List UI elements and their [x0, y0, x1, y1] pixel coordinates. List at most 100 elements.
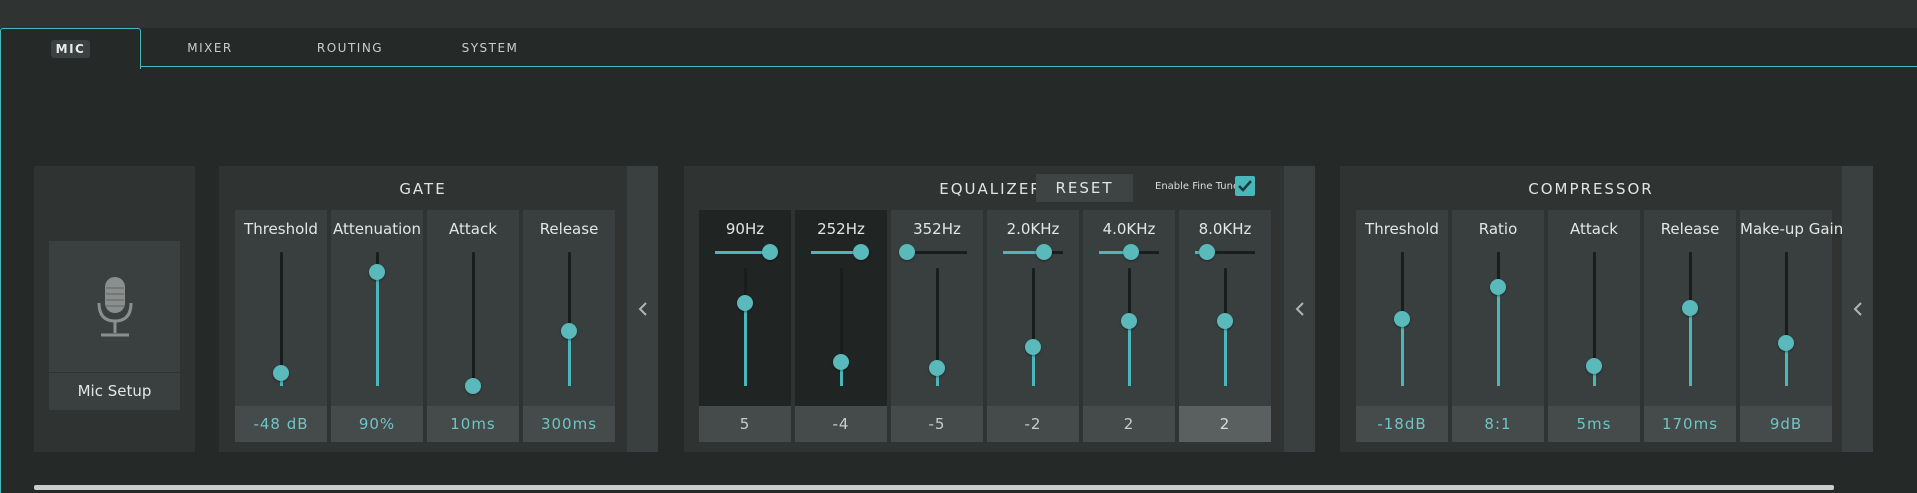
- eq-band-gain-slider-knob[interactable]: [737, 295, 753, 312]
- eq-band-value[interactable]: 2: [1179, 406, 1271, 442]
- eq-band-freq-knob[interactable]: [762, 244, 779, 260]
- comp-slider-knob[interactable]: [1586, 357, 1602, 374]
- gate-strip: Attack 10ms: [427, 210, 519, 442]
- eq-band-gain-slider-knob[interactable]: [929, 360, 945, 377]
- eq-band-gain-slider-knob[interactable]: [833, 354, 849, 371]
- gate-panel: GATE Threshold -48 dB Attenuation 90% Attack…: [219, 166, 627, 452]
- eq-band-label: 352Hz: [913, 220, 961, 238]
- gate-slider-knob[interactable]: [273, 364, 289, 381]
- mic-setup-button[interactable]: [49, 241, 180, 372]
- eq-band-freq-knob[interactable]: [1199, 244, 1215, 260]
- fine-tune-checkbox[interactable]: [1235, 176, 1255, 196]
- microphone-icon: [97, 276, 132, 336]
- tab-system[interactable]: SYSTEM: [440, 28, 540, 66]
- tab-underline: [140, 66, 1917, 67]
- eq-band-freq-knob[interactable]: [1035, 244, 1052, 260]
- comp-value: 9dB: [1740, 406, 1832, 442]
- gate-slider-knob[interactable]: [369, 264, 385, 281]
- gate-title: GATE: [399, 180, 447, 198]
- eq-band-label: 252Hz: [817, 220, 865, 238]
- eq-band-strip: 4.0KHz 2: [1083, 210, 1175, 442]
- comp-label: Threshold: [1365, 220, 1439, 238]
- gate-slider-knob[interactable]: [465, 378, 481, 394]
- eq-band-gain-slider-fill: [1128, 321, 1131, 386]
- equalizer-panel: EQUALIZER RESET Enable Fine Tune 90Hz 5 25…: [684, 166, 1284, 452]
- eq-band-label: 4.0KHz: [1102, 220, 1156, 238]
- comp-value: 170ms: [1644, 406, 1736, 442]
- comp-strip: Release 170ms: [1644, 210, 1736, 442]
- eq-band-strip: 2.0KHz -2: [987, 210, 1079, 442]
- gate-value: 90%: [331, 406, 423, 442]
- comp-slider-fill: [1497, 286, 1500, 386]
- gate-slider-fill: [568, 331, 571, 386]
- eq-band-gain-slider-fill: [1224, 321, 1227, 386]
- comp-slider-fill: [1689, 308, 1692, 386]
- gate-label: Attenuation: [333, 220, 421, 238]
- eq-band-gain-slider-knob[interactable]: [1025, 339, 1041, 356]
- eq-band-strip: 352Hz -5: [891, 210, 983, 442]
- horizontal-scrollbar[interactable]: [34, 485, 1834, 490]
- tab-routing[interactable]: ROUTING: [300, 28, 400, 66]
- compressor-title: COMPRESSOR: [1528, 180, 1654, 198]
- gate-slider-knob[interactable]: [561, 323, 577, 340]
- mic-setup-label[interactable]: Mic Setup: [49, 373, 180, 410]
- eq-band-freq-track[interactable]: [907, 251, 967, 254]
- gate-slider-fill: [376, 272, 379, 386]
- comp-strip: Ratio 8:1: [1452, 210, 1544, 442]
- compressor-collapse-button[interactable]: [1842, 166, 1873, 452]
- eq-band-gain-slider-knob[interactable]: [1217, 313, 1233, 330]
- equalizer-title: EQUALIZER: [939, 180, 1043, 198]
- gate-strip: Threshold -48 dB: [235, 210, 327, 442]
- comp-slider-knob[interactable]: [1394, 311, 1410, 327]
- eq-band-strip: 90Hz 5: [699, 210, 791, 442]
- comp-label: Release: [1660, 220, 1720, 238]
- chevron-left-icon: [1295, 302, 1304, 316]
- gate-label: Attack: [449, 220, 497, 238]
- eq-band-freq-knob[interactable]: [1122, 244, 1139, 260]
- gate-value: -48 dB: [235, 406, 327, 442]
- comp-label: Ratio: [1478, 220, 1518, 238]
- comp-slider-knob[interactable]: [1490, 278, 1506, 295]
- eq-band-label: 2.0KHz: [1006, 220, 1060, 238]
- eq-band-gain-slider-fill: [744, 303, 747, 386]
- comp-slider-knob[interactable]: [1778, 335, 1794, 352]
- gate-label: Release: [539, 220, 599, 238]
- eq-band-strip: 252Hz -4: [795, 210, 887, 442]
- comp-slider-fill: [1401, 319, 1404, 386]
- eq-band-freq-knob[interactable]: [852, 244, 869, 260]
- eq-band-strip: 8.0KHz 2: [1179, 210, 1271, 442]
- mic-panel: Mic Setup: [34, 166, 195, 452]
- fine-tune-label: Enable Fine Tune: [1155, 181, 1240, 192]
- eq-band-value[interactable]: 5: [699, 406, 791, 442]
- gate-value: 300ms: [523, 406, 615, 442]
- tab-mixer[interactable]: MIXER: [160, 28, 260, 66]
- eq-band-label: 8.0KHz: [1198, 220, 1252, 238]
- comp-strip: Make-up Gain 9dB: [1740, 210, 1844, 442]
- compressor-panel: COMPRESSOR Threshold -18dB Ratio 8:1 Attack 5…: [1340, 166, 1844, 452]
- content-border: [0, 66, 1, 493]
- eq-band-value[interactable]: -4: [795, 406, 887, 442]
- chevron-left-icon: [638, 302, 647, 316]
- eq-reset-button[interactable]: RESET: [1036, 174, 1133, 202]
- comp-strip: Threshold -18dB: [1356, 210, 1448, 442]
- comp-value: -18dB: [1356, 406, 1448, 442]
- eq-band-freq-knob[interactable]: [899, 244, 915, 260]
- chevron-left-icon: [1853, 302, 1862, 316]
- comp-value: 5ms: [1548, 406, 1640, 442]
- eq-band-value[interactable]: -5: [891, 406, 983, 442]
- comp-slider-knob[interactable]: [1682, 300, 1698, 317]
- top-bar: [0, 0, 1917, 28]
- comp-label: Attack: [1570, 220, 1618, 238]
- gate-slider-track[interactable]: [472, 252, 475, 386]
- tab-mic[interactable]: MIC: [0, 28, 141, 69]
- eq-band-gain-slider-knob[interactable]: [1121, 313, 1137, 330]
- eq-band-value[interactable]: -2: [987, 406, 1079, 442]
- eq-collapse-button[interactable]: [1284, 166, 1315, 452]
- eq-band-label: 90Hz: [725, 220, 765, 238]
- comp-label: Make-up Gain: [1740, 220, 1844, 238]
- gate-strip: Attenuation 90%: [331, 210, 423, 442]
- eq-band-value[interactable]: 2: [1083, 406, 1175, 442]
- gate-label: Threshold: [244, 220, 318, 238]
- comp-value: 8:1: [1452, 406, 1544, 442]
- gate-collapse-button[interactable]: [627, 166, 658, 452]
